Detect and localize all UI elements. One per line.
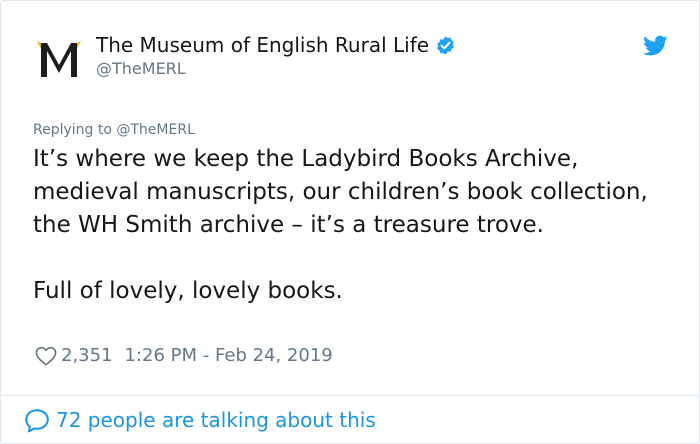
tweet-card: The Museum of English Rural Life @TheMER… xyxy=(0,0,700,444)
heart-icon[interactable] xyxy=(35,346,57,366)
speech-bubble-icon xyxy=(25,408,49,432)
tweet-timestamp[interactable]: 1:26 PM - Feb 24, 2019 xyxy=(125,344,333,368)
merl-logo-avatar[interactable] xyxy=(37,39,81,79)
tweet-paragraph: Full of lovely, lovely books. xyxy=(33,278,343,304)
footer-divider xyxy=(1,395,699,396)
conversation-link[interactable]: 72 people are talking about this xyxy=(24,407,376,433)
conversation-count-label[interactable]: 72 people are talking about this xyxy=(56,407,376,433)
tweet-paragraph: It’s where we keep the Ladybird Books Ar… xyxy=(33,146,648,238)
replying-to-label: Replying to @TheMERL xyxy=(33,122,195,138)
verified-badge-icon xyxy=(437,35,454,55)
twitter-bird-icon[interactable] xyxy=(643,35,668,57)
like-count[interactable]: 2,351 xyxy=(61,344,113,368)
tweet-text: It’s where we keep the Ladybird Books Ar… xyxy=(33,143,653,308)
author-display-name[interactable]: The Museum of English Rural Life xyxy=(96,32,429,58)
author-handle[interactable]: @TheMERL xyxy=(96,59,186,79)
tweet-meta-row: 2,351 1:26 PM - Feb 24, 2019 xyxy=(35,344,333,368)
author-name-row[interactable]: The Museum of English Rural Life xyxy=(96,32,456,58)
